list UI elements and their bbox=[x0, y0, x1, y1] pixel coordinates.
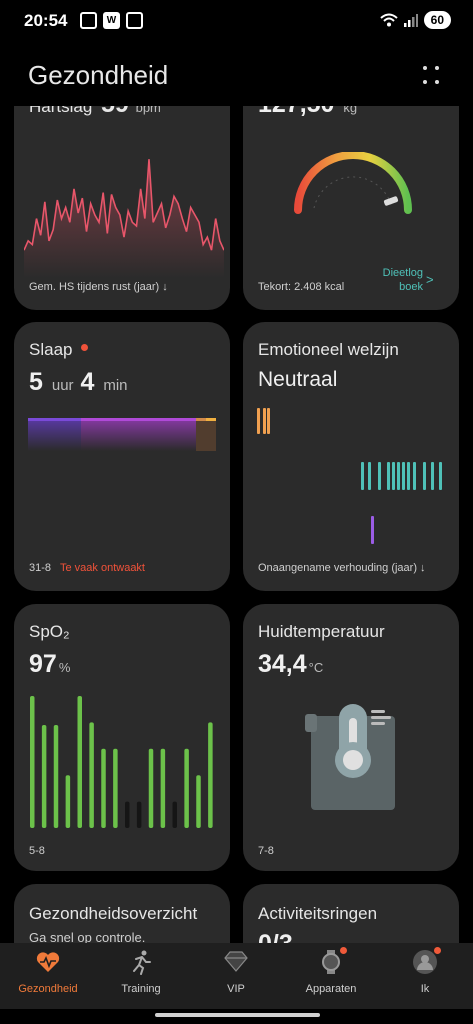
heart-rate-chart bbox=[24, 159, 224, 278]
spo2-bar bbox=[77, 696, 82, 828]
spo2-value-row: 97% bbox=[29, 650, 70, 679]
cards-scroll-area[interactable]: Hartslag 59 bpm Gem. HS tijdens rust (ja… bbox=[0, 0, 473, 1024]
heart-icon bbox=[35, 949, 61, 975]
spo2-bar bbox=[160, 748, 166, 828]
diamond-icon bbox=[223, 949, 249, 975]
tab-vip[interactable]: VIP bbox=[191, 949, 281, 995]
sleep-alert-dot bbox=[81, 344, 89, 351]
watch-icon bbox=[318, 947, 347, 975]
emotion-title: Emotioneel welzijn bbox=[258, 340, 399, 359]
tab-label: Gezondheid bbox=[18, 983, 78, 995]
sleep-minutes-unit: min bbox=[103, 377, 128, 394]
spo2-value: 97 bbox=[29, 650, 57, 678]
sleep-duration: 5 uur 4 min bbox=[29, 368, 128, 397]
page-title: Gezondheid bbox=[28, 60, 169, 90]
spo2-date: 5-8 bbox=[29, 845, 45, 857]
spo2-card[interactable]: SpO₂ 97% 5-8 bbox=[14, 604, 230, 871]
skin-temp-value-row: 34,4 °C bbox=[258, 650, 323, 679]
sleep-title: Slaap bbox=[29, 340, 89, 360]
tab-gezondheid[interactable]: Gezondheid bbox=[3, 949, 93, 995]
diet-log-arrow-icon[interactable]: > bbox=[426, 272, 434, 287]
apparaten-badge bbox=[340, 947, 347, 954]
spo2-bar bbox=[172, 801, 177, 828]
emotion-value: Neutraal bbox=[258, 368, 338, 391]
spo2-bar bbox=[113, 748, 118, 828]
heart-rate-footer: Gem. HS tijdens rust (jaar) ↓ bbox=[29, 281, 168, 293]
spo2-bar bbox=[53, 725, 59, 828]
profile-icon bbox=[412, 947, 441, 975]
spo2-bar bbox=[184, 748, 189, 828]
spo2-bar bbox=[65, 775, 71, 828]
skin-temp-value: 34,4 bbox=[258, 650, 307, 678]
more-options-icon[interactable] bbox=[423, 66, 443, 86]
emotional-wellbeing-card[interactable]: Emotioneel welzijn Neutraal Onaangename … bbox=[243, 322, 459, 591]
tab-label: VIP bbox=[227, 983, 245, 995]
app-header: Gezondheid bbox=[0, 50, 473, 106]
thermometer-icon bbox=[305, 704, 395, 810]
overview-title: Gezondheidsoverzicht bbox=[29, 904, 198, 923]
bottom-tab-bar: Gezondheid Training VIP Apparaten Ik bbox=[0, 943, 473, 1009]
skin-temp-date: 7-8 bbox=[258, 845, 274, 857]
spo2-bar bbox=[125, 801, 130, 828]
runner-icon bbox=[128, 949, 154, 975]
tab-label: Apparaten bbox=[305, 983, 357, 995]
tab-training[interactable]: Training bbox=[96, 949, 186, 995]
sleep-hours-unit: uur bbox=[51, 377, 74, 394]
weight-gauge bbox=[294, 152, 412, 214]
sleep-hours: 5 bbox=[29, 368, 43, 396]
skin-temp-title: Huidtemperatuur bbox=[258, 622, 385, 641]
spo2-bar bbox=[208, 722, 213, 828]
sleep-date: 31-8 bbox=[29, 562, 52, 574]
spo2-bar bbox=[89, 722, 94, 828]
skin-temp-unit: °C bbox=[308, 660, 324, 675]
spo2-bar bbox=[196, 775, 201, 828]
spo2-unit: % bbox=[58, 660, 71, 675]
spo2-bar bbox=[41, 725, 47, 828]
spo2-chart bbox=[30, 696, 213, 828]
spo2-title: SpO₂ bbox=[29, 622, 70, 641]
diet-log-link[interactable]: Dieetlog boek bbox=[363, 266, 423, 294]
tab-label: Training bbox=[121, 983, 161, 995]
sleep-alert-text: Te vaak ontwaakt bbox=[60, 562, 145, 574]
rings-title: Activiteitsringen bbox=[258, 904, 378, 923]
spo2-bar bbox=[101, 748, 106, 828]
emotion-chart bbox=[257, 408, 442, 544]
home-indicator bbox=[155, 1013, 320, 1017]
sleep-stages-chart bbox=[28, 418, 216, 451]
sleep-card[interactable]: Slaap 5 uur 4 min 31-8 Te vaak ontwaakt bbox=[14, 322, 230, 591]
tab-ik[interactable]: Ik bbox=[380, 947, 470, 995]
spo2-bar bbox=[148, 748, 154, 828]
tab-label: Ik bbox=[420, 983, 430, 995]
skin-temperature-card[interactable]: Huidtemperatuur 34,4 °C 7-8 bbox=[243, 604, 459, 871]
emotion-footer: Onaangename verhouding (jaar) ↓ bbox=[258, 562, 426, 574]
heart-rate-card[interactable]: Hartslag 59 bpm Gem. HS tijdens rust (ja… bbox=[14, 70, 230, 310]
weight-card[interactable]: 127,50 kg Tekort: 2.408 kcal Dieetlog bo… bbox=[243, 70, 459, 310]
spo2-bar bbox=[30, 696, 35, 828]
calorie-deficit: Tekort: 2.408 kcal bbox=[258, 281, 345, 293]
spo2-bar bbox=[136, 801, 142, 828]
sleep-minutes: 4 bbox=[80, 368, 95, 396]
ik-badge bbox=[434, 947, 441, 954]
tab-apparaten[interactable]: Apparaten bbox=[286, 947, 376, 995]
